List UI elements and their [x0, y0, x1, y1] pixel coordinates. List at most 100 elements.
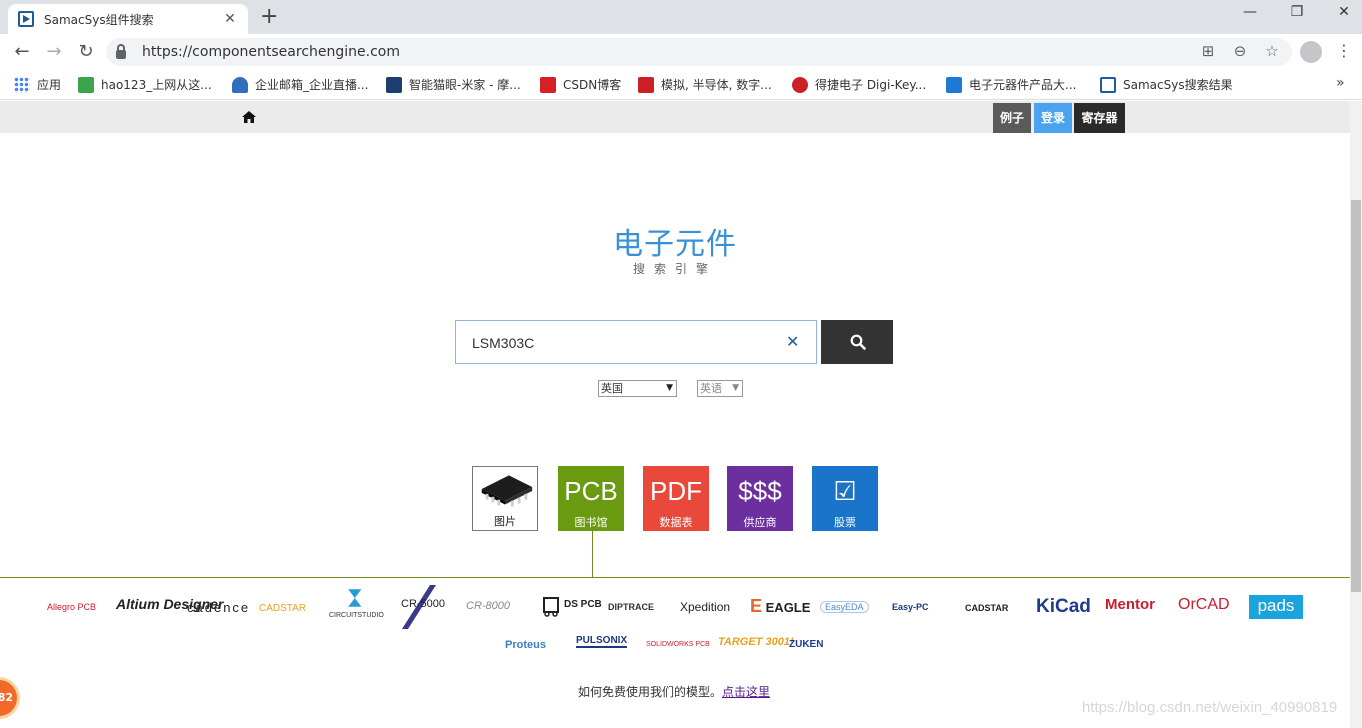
- brand-zuken[interactable]: ZUKEN: [789, 639, 823, 650]
- bookmark-samacsys[interactable]: SamacSys搜索结果: [1100, 76, 1233, 93]
- tab-title: SamacSys组件搜索: [44, 12, 154, 27]
- brand-solidworks-pcb[interactable]: SOLIDWORKS PCB: [646, 641, 710, 648]
- tile-suppliers[interactable]: $$$ 供应商: [727, 466, 793, 531]
- bookmark-digikey[interactable]: 得捷电子 Digi-Key...: [792, 76, 926, 93]
- new-tab-button[interactable]: +: [260, 6, 278, 28]
- brand-ds-pcb[interactable]: DS PCB: [542, 595, 602, 619]
- brand-cr5000[interactable]: CR-5000: [400, 585, 452, 629]
- register-button[interactable]: 寄存器: [1074, 103, 1125, 133]
- digikey-icon: [792, 76, 808, 93]
- brand-cadstar[interactable]: CADSTAR: [965, 603, 1008, 613]
- brand-eagle[interactable]: E EAGLE: [750, 596, 810, 617]
- translate-icon[interactable]: ⊞: [1198, 42, 1218, 60]
- ti-icon: [638, 76, 654, 93]
- brand-pads[interactable]: pads: [1249, 595, 1303, 619]
- samacsys-favicon-icon: [18, 11, 34, 27]
- floating-badge[interactable]: 82: [0, 677, 20, 719]
- bookmark-ti[interactable]: 模拟, 半导体, 数字...: [638, 76, 772, 93]
- hao123-icon: [78, 76, 94, 93]
- bookmark-apps[interactable]: 应用: [14, 76, 61, 93]
- brand-circuitstudio[interactable]: CIRCUITSTUDIO: [329, 587, 387, 625]
- search-button[interactable]: [821, 320, 893, 364]
- brand-easy-pc[interactable]: Easy-PC: [892, 602, 929, 612]
- menu-kebab-icon[interactable]: ⋮: [1336, 41, 1352, 60]
- brand-proteus[interactable]: Proteus: [505, 639, 546, 651]
- address-bar[interactable]: https://componentsearchengine.com: [106, 38, 1292, 66]
- checkbox-icon: ☑: [833, 476, 857, 506]
- search-input[interactable]: [472, 333, 772, 353]
- bookmark-csdn[interactable]: CSDN博客: [540, 76, 621, 93]
- brand-easyeda[interactable]: EasyEDA: [820, 601, 869, 613]
- minimize-button[interactable]: —: [1240, 4, 1260, 20]
- tab-close-icon[interactable]: ✕: [222, 11, 238, 27]
- footer-note: 如何免费使用我们的模型。点击这里: [578, 685, 771, 699]
- window-close-button[interactable]: ✕: [1334, 4, 1354, 20]
- reload-icon[interactable]: ↻: [74, 40, 98, 64]
- bookmarks-more-icon[interactable]: »: [1336, 75, 1345, 91]
- apps-grid-icon: [14, 76, 30, 93]
- cat-eye-icon: [386, 76, 402, 93]
- dropdown-arrow-icon: ▼: [666, 383, 673, 393]
- country-select[interactable]: 英国 ▼: [598, 380, 677, 397]
- tile-stock[interactable]: ☑ 股票: [812, 466, 878, 531]
- examples-button[interactable]: 例子: [993, 103, 1031, 133]
- tile-stock-label: 股票: [834, 516, 856, 529]
- brand-orcad[interactable]: OrCAD: [1178, 596, 1230, 614]
- site-nav-bar: 例子 登录 寄存器: [0, 101, 1350, 133]
- brand-cadence[interactable]: cādence: [187, 600, 250, 615]
- brand-pulsonix[interactable]: PULSONIX: [576, 635, 628, 648]
- clear-search-icon[interactable]: ✕: [786, 332, 799, 351]
- section-divider: [0, 577, 1350, 578]
- home-icon[interactable]: [242, 111, 256, 123]
- brand-xpedition[interactable]: Xpedition: [680, 600, 730, 614]
- maximize-button[interactable]: ❐: [1287, 4, 1307, 20]
- browser-toolbar: ← → ↻ https://componentsearchengine.com …: [0, 34, 1362, 70]
- lc-icon: [946, 76, 962, 93]
- brand-cadstar-gold[interactable]: CADSTAR: [259, 603, 306, 614]
- language-select[interactable]: 英语 ▼: [697, 380, 743, 397]
- brand-allegro-pcb[interactable]: Allegro PCB: [47, 602, 96, 612]
- brand-diptrace[interactable]: DIPTRACE: [608, 602, 654, 612]
- zoom-icon[interactable]: ⊖: [1230, 42, 1250, 60]
- tab-samacsys[interactable]: SamacSys组件搜索 ✕: [8, 4, 248, 34]
- brand-cr8000[interactable]: CR-8000: [466, 600, 510, 612]
- brand-mentor[interactable]: Mentor: [1105, 596, 1155, 613]
- tile-library-label: 图书馆: [574, 516, 608, 529]
- pdf-tile-text: PDF: [650, 476, 702, 506]
- chip-icon: [481, 475, 533, 507]
- forward-arrow-icon[interactable]: →: [42, 40, 66, 64]
- tile-suppliers-label: 供应商: [743, 516, 777, 529]
- tile-images-label: 图片: [494, 515, 516, 528]
- bookmarks-bar: 应用 hao123_上网从这... 企业邮箱_企业直播... 智能猫眼-米家 -…: [0, 70, 1362, 100]
- ds-pcb-board-icon: [543, 597, 559, 617]
- lock-icon: [116, 43, 126, 59]
- bookmark-enterprise-mail[interactable]: 企业邮箱_企业直播...: [232, 76, 368, 93]
- click-here-link[interactable]: 点击这里: [722, 685, 770, 699]
- brand-kicad[interactable]: KiCad: [1036, 596, 1091, 618]
- brand-target-3001[interactable]: TARGET 3001!: [718, 636, 794, 648]
- dollar-tile-text: $$$: [738, 476, 782, 506]
- csdn-icon: [540, 76, 556, 93]
- back-arrow-icon[interactable]: ←: [10, 40, 34, 64]
- login-button[interactable]: 登录: [1034, 103, 1072, 133]
- scrollbar-thumb[interactable]: [1351, 200, 1361, 592]
- cloud-mail-icon: [232, 76, 248, 93]
- eagle-e-icon: E: [750, 596, 763, 616]
- tile-pcb-library[interactable]: PCB 图书馆: [558, 466, 624, 531]
- dropdown-arrow-icon: ▼: [732, 383, 739, 393]
- bookmark-hao123[interactable]: hao123_上网从这...: [78, 76, 212, 93]
- logo-title: 电子元件: [613, 227, 737, 262]
- circuitstudio-logo-icon: [348, 589, 362, 607]
- bookmark-lcsc[interactable]: 电子元器件产品大...: [946, 76, 1076, 93]
- samacsys-icon: [1100, 76, 1116, 93]
- tile-images[interactable]: 图片: [472, 466, 538, 531]
- tile-datasheet[interactable]: PDF 数据表: [643, 466, 709, 531]
- profile-avatar[interactable]: [1300, 41, 1322, 63]
- bookmark-smart-cateye[interactable]: 智能猫眼-米家 - 摩...: [386, 76, 521, 93]
- tile-connector-line: [592, 531, 593, 577]
- bookmark-star-icon[interactable]: ☆: [1262, 42, 1282, 60]
- search-box: ✕: [455, 320, 817, 364]
- url-text[interactable]: https://componentsearchengine.com: [142, 44, 400, 60]
- logo-subtitle: 搜索引擎: [632, 262, 717, 276]
- tile-datasheet-label: 数据表: [659, 516, 693, 529]
